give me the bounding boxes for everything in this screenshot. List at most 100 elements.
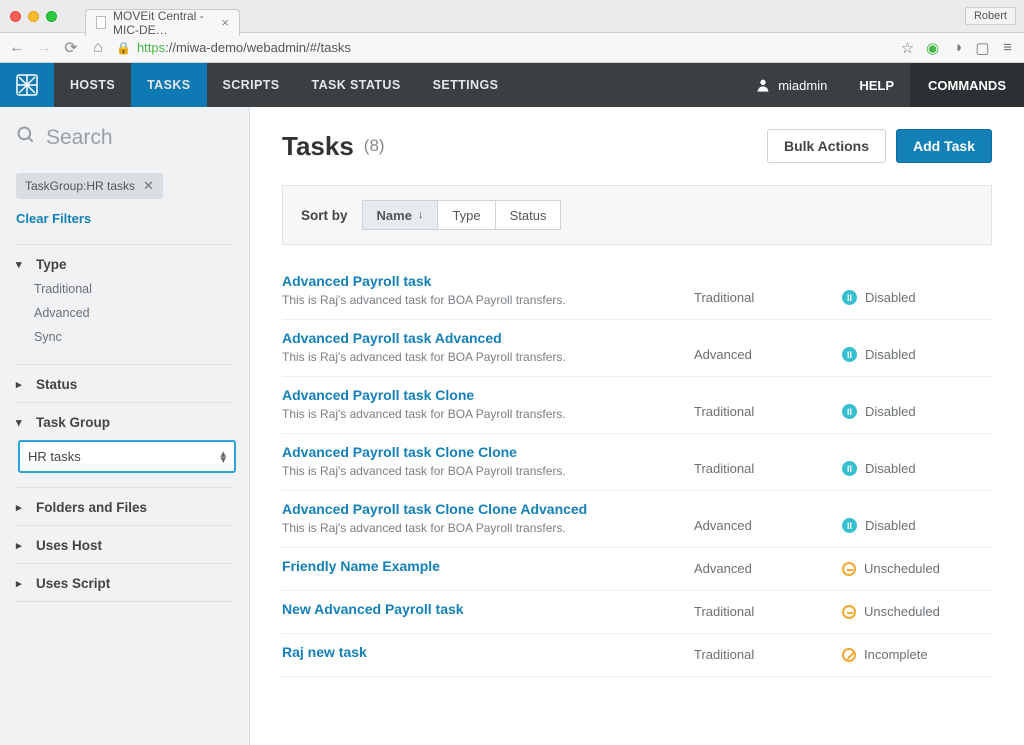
task-group-select[interactable]: HR tasks ▴▾ [18, 440, 236, 473]
status-text: Unscheduled [864, 604, 940, 619]
close-window-icon[interactable] [10, 11, 21, 22]
nav-scripts[interactable]: SCRIPTS [207, 63, 296, 107]
facet-header-status[interactable]: ▸ Status [16, 377, 233, 392]
nav-task-status[interactable]: TASK STATUS [295, 63, 416, 107]
sort-bar: Sort by Name↓TypeStatus [282, 185, 992, 245]
type-option-sync[interactable]: Sync [34, 330, 233, 344]
pause-icon: II [842, 290, 857, 305]
search-icon [16, 125, 36, 151]
sort-type[interactable]: Type [437, 200, 495, 230]
search-placeholder: Search [46, 126, 113, 150]
nav-settings[interactable]: SETTINGS [417, 63, 515, 107]
nav-tasks[interactable]: TASKS [131, 63, 206, 107]
sort-name[interactable]: Name↓ [362, 200, 439, 230]
task-title-link[interactable]: Advanced Payroll task Clone Clone Advanc… [282, 501, 676, 517]
facet-label: Uses Host [36, 538, 102, 553]
forward-button: → [35, 39, 53, 57]
window-controls [0, 11, 57, 22]
current-user[interactable]: miadmin [739, 63, 843, 107]
task-title-link[interactable]: Advanced Payroll task Clone Clone [282, 444, 676, 460]
type-option-advanced[interactable]: Advanced [34, 306, 233, 320]
task-status: Incomplete [842, 647, 992, 664]
status-text: Disabled [865, 290, 916, 305]
help-link[interactable]: HELP [843, 63, 910, 107]
task-status: Unscheduled [842, 604, 992, 621]
sort-arrow-icon: ↓ [418, 209, 424, 221]
sort-status[interactable]: Status [495, 200, 562, 230]
task-description: This is Raj's advanced task for BOA Payr… [282, 464, 676, 478]
browser-profile[interactable]: Robert [965, 7, 1016, 25]
logo-icon [15, 73, 39, 97]
clear-filters-link[interactable]: Clear Filters [16, 211, 233, 226]
username: miadmin [778, 78, 827, 93]
task-title-link[interactable]: Advanced Payroll task Advanced [282, 330, 676, 346]
facet-header-type[interactable]: ▾ Type [16, 257, 233, 272]
browser-tab[interactable]: MOVEit Central - MIC-DE… × [85, 9, 240, 36]
select-value: HR tasks [28, 449, 81, 464]
task-title-link[interactable]: Raj new task [282, 644, 676, 660]
task-title-link[interactable]: Advanced Payroll task [282, 273, 676, 289]
address-bar[interactable]: 🔒 https://miwa-demo/webadmin/#/tasks [116, 40, 890, 55]
back-button[interactable]: ← [8, 39, 26, 57]
slash-circle-icon [842, 648, 856, 662]
facet-header-uses-script[interactable]: ▸ Uses Script [16, 576, 233, 591]
minimize-window-icon[interactable] [28, 11, 39, 22]
task-description: This is Raj's advanced task for BOA Payr… [282, 521, 676, 535]
pause-icon: II [842, 404, 857, 419]
menu-icon[interactable]: ≡ [999, 39, 1016, 56]
tab-title: MOVEit Central - MIC-DE… [113, 9, 221, 37]
home-button[interactable]: ⌂ [89, 39, 107, 57]
task-type: Traditional [694, 647, 824, 664]
commands-link[interactable]: COMMANDS [910, 63, 1024, 107]
pause-icon: II [842, 461, 857, 476]
facet-label: Type [36, 257, 67, 272]
bulk-actions-button[interactable]: Bulk Actions [767, 129, 886, 163]
task-title-link[interactable]: New Advanced Payroll task [282, 601, 676, 617]
bookmark-icon[interactable]: ☆ [899, 39, 916, 56]
type-option-traditional[interactable]: Traditional [34, 282, 233, 296]
extension-icon-2[interactable]: ◑ [949, 39, 966, 56]
user-icon [755, 77, 771, 93]
facet-header-folders-files[interactable]: ▸ Folders and Files [16, 500, 233, 515]
chevron-right-icon: ▸ [16, 539, 28, 552]
facet-label: Status [36, 377, 77, 392]
task-description: This is Raj's advanced task for BOA Payr… [282, 350, 676, 364]
task-type: Traditional [694, 604, 824, 621]
url-text: ://miwa-demo/webadmin/#/tasks [165, 40, 351, 55]
task-type: Traditional [694, 461, 824, 478]
task-title-link[interactable]: Friendly Name Example [282, 558, 676, 574]
extension-icon-3[interactable]: ▢ [974, 39, 991, 56]
app-logo[interactable] [0, 63, 54, 107]
task-row: Friendly Name ExampleAdvancedUnscheduled [282, 548, 992, 591]
task-type: Traditional [694, 404, 824, 421]
close-tab-icon[interactable]: × [221, 16, 229, 29]
nav-hosts[interactable]: HOSTS [54, 63, 131, 107]
filter-chip-label: TaskGroup:HR tasks [25, 179, 135, 193]
sort-label: Sort by [301, 208, 348, 223]
status-text: Unscheduled [864, 561, 940, 576]
sidebar: Search TaskGroup:HR tasks ✕ Clear Filter… [0, 107, 250, 745]
facet-label: Task Group [36, 415, 110, 430]
task-title-link[interactable]: Advanced Payroll task Clone [282, 387, 676, 403]
search-input[interactable]: Search [16, 125, 233, 151]
facet-header-task-group[interactable]: ▾ Task Group [16, 415, 233, 430]
reload-button[interactable]: ⟳ [62, 39, 80, 57]
page-title: Tasks [282, 131, 354, 162]
task-status: IIDisabled [842, 404, 992, 421]
task-status: IIDisabled [842, 461, 992, 478]
extension-icon[interactable]: ◉ [924, 39, 941, 56]
task-count: (8) [364, 136, 385, 156]
task-status: II Disabled [842, 290, 992, 307]
add-task-button[interactable]: Add Task [896, 129, 992, 163]
task-row: Advanced Payroll task Clone Clone This is… [282, 434, 992, 491]
maximize-window-icon[interactable] [46, 11, 57, 22]
facet-task-group: ▾ Task Group HR tasks ▴▾ [16, 402, 233, 487]
facet-header-uses-host[interactable]: ▸ Uses Host [16, 538, 233, 553]
remove-filter-icon[interactable]: ✕ [143, 178, 154, 194]
status-text: Disabled [865, 518, 916, 533]
task-description: This is Raj's advanced task for BOA Payr… [282, 407, 676, 421]
main-content: Tasks (8) Bulk Actions Add Task Sort by … [250, 107, 1024, 745]
select-caret-icon: ▴▾ [220, 451, 226, 463]
active-filter-chip[interactable]: TaskGroup:HR tasks ✕ [16, 173, 163, 199]
chevron-down-icon: ▾ [16, 416, 28, 429]
